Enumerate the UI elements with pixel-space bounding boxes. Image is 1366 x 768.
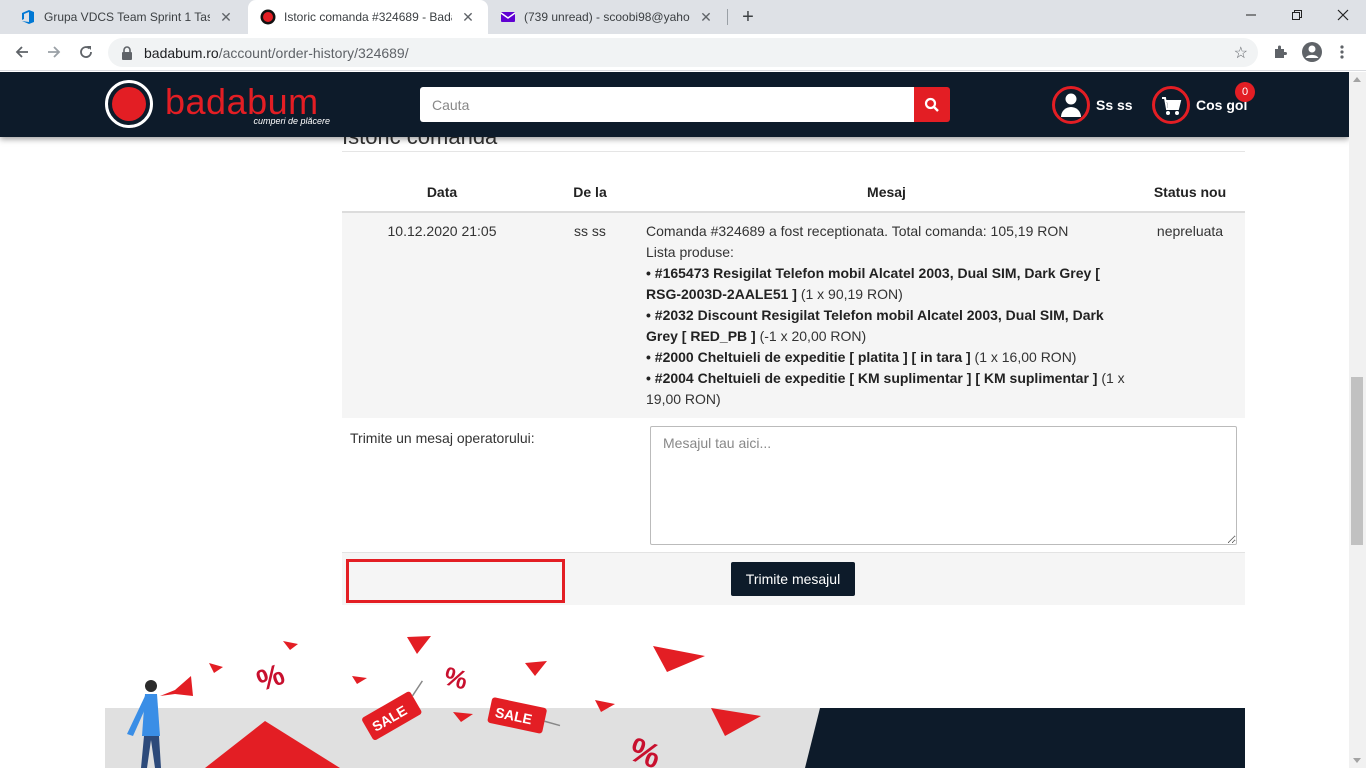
cart-count-badge: 0: [1235, 82, 1255, 102]
forward-arrow-icon[interactable]: [40, 38, 68, 66]
reload-icon[interactable]: [72, 38, 100, 66]
logo-circle-icon: [105, 80, 153, 128]
search-icon: [924, 97, 939, 112]
product-line: • #2004 Cheltuieli de expeditie [ KM sup…: [646, 370, 1125, 407]
svg-text:%: %: [253, 658, 289, 698]
highlight-box: [346, 559, 565, 603]
logo-tagline: cumperi de plăcere: [253, 116, 330, 126]
cell-date: 10.12.2020 21:05: [342, 212, 542, 419]
close-tab-icon[interactable]: ✕: [460, 9, 476, 25]
page-viewport: badabum cumperi de plăcere Ss ss Cos gol…: [0, 72, 1349, 768]
scroll-up-arrow-icon[interactable]: [1353, 77, 1361, 82]
site-header: badabum cumperi de plăcere Ss ss Cos gol…: [0, 72, 1349, 137]
address-bar[interactable]: badabum.ro/account/order-history/324689/…: [108, 38, 1258, 67]
column-header-message: Mesaj: [638, 172, 1135, 213]
badabum-favicon: [260, 9, 276, 25]
divider: [342, 151, 1245, 152]
extensions-puzzle-icon[interactable]: [1268, 40, 1292, 64]
table-header-row: Data De la Mesaj Status nou: [342, 172, 1245, 213]
product-line: • #2032 Discount Resigilat Telefon mobil…: [646, 307, 1104, 344]
submit-row: Trimite mesajul: [342, 553, 1245, 605]
search-input[interactable]: [420, 87, 914, 122]
url-text: badabum.ro/account/order-history/324689/: [144, 44, 409, 61]
shopping-cart-icon: [1152, 86, 1190, 124]
send-message-button[interactable]: Trimite mesajul: [731, 562, 855, 596]
new-tab-button[interactable]: +: [736, 5, 760, 29]
lock-icon: [120, 45, 134, 60]
browser-toolbar: badabum.ro/account/order-history/324689/…: [0, 34, 1366, 71]
browser-tab-yahoo[interactable]: (739 unread) - scoobi98@yahoo. ✕: [488, 0, 726, 34]
yahoo-mail-icon: [500, 9, 516, 25]
account-link[interactable]: Ss ss: [1052, 85, 1133, 125]
azure-devops-icon: [20, 9, 36, 25]
message-textarea[interactable]: [650, 426, 1237, 545]
bookmark-star-icon[interactable]: ☆: [1234, 43, 1248, 63]
tab-title: (739 unread) - scoobi98@yahoo.: [524, 10, 690, 24]
badabum-logo[interactable]: badabum cumperi de plăcere: [105, 80, 332, 128]
site-search: [420, 87, 950, 122]
minimize-icon[interactable]: [1228, 0, 1274, 30]
cell-message: Comanda #324689 a fost receptionata. Tot…: [638, 212, 1135, 419]
product-line: • #165473 Resigilat Telefon mobil Alcate…: [646, 265, 1100, 302]
cell-from: ss ss: [542, 212, 638, 419]
profile-avatar-icon[interactable]: [1300, 40, 1324, 64]
order-history-table: Data De la Mesaj Status nou 10.12.2020 2…: [342, 172, 1245, 419]
back-arrow-icon[interactable]: [8, 38, 36, 66]
browser-tab-strip: Grupa VDCS Team Sprint 1 Taskb ✕ Istoric…: [0, 0, 1366, 34]
column-header-status: Status nou: [1135, 172, 1245, 213]
banner-dark-panel: [805, 708, 1245, 768]
svg-text:%: %: [441, 661, 471, 696]
reply-form-row: Trimite un mesaj operatorului:: [342, 418, 1245, 553]
cart-link[interactable]: Cos gol: [1152, 85, 1247, 125]
scrollbar-thumb[interactable]: [1351, 377, 1363, 545]
restore-icon[interactable]: [1274, 0, 1320, 30]
browser-tab-azure[interactable]: Grupa VDCS Team Sprint 1 Taskb ✕: [8, 0, 246, 34]
close-tab-icon[interactable]: ✕: [218, 9, 234, 25]
page-scrollbar[interactable]: [1349, 72, 1366, 768]
tab-title: Grupa VDCS Team Sprint 1 Taskb: [44, 10, 210, 24]
close-window-icon[interactable]: [1320, 0, 1366, 30]
message-intro: Comanda #324689 a fost receptionata. Tot…: [646, 223, 1069, 239]
close-tab-icon[interactable]: ✕: [698, 9, 714, 25]
account-label: Ss ss: [1096, 97, 1133, 113]
user-icon: [1052, 86, 1090, 124]
table-row: 10.12.2020 21:05 ss ss Comanda #324689 a…: [342, 212, 1245, 419]
tab-title: Istoric comanda #324689 - Badab: [284, 10, 452, 24]
column-header-from: De la: [542, 172, 638, 213]
scroll-down-arrow-icon[interactable]: [1353, 758, 1361, 763]
cell-status: nepreluata: [1135, 212, 1245, 419]
product-list-label: Lista produse:: [646, 244, 734, 260]
reply-label: Trimite un mesaj operatorului:: [350, 430, 535, 446]
sale-promo-banner[interactable]: % % % SALE SALE: [105, 636, 1245, 768]
search-button[interactable]: [914, 87, 950, 122]
product-line: • #2000 Cheltuieli de expeditie [ platit…: [646, 349, 1077, 365]
browser-tab-badabum[interactable]: Istoric comanda #324689 - Badab ✕: [248, 0, 488, 34]
column-header-date: Data: [342, 172, 542, 213]
browser-menu-icon[interactable]: [1330, 40, 1354, 64]
